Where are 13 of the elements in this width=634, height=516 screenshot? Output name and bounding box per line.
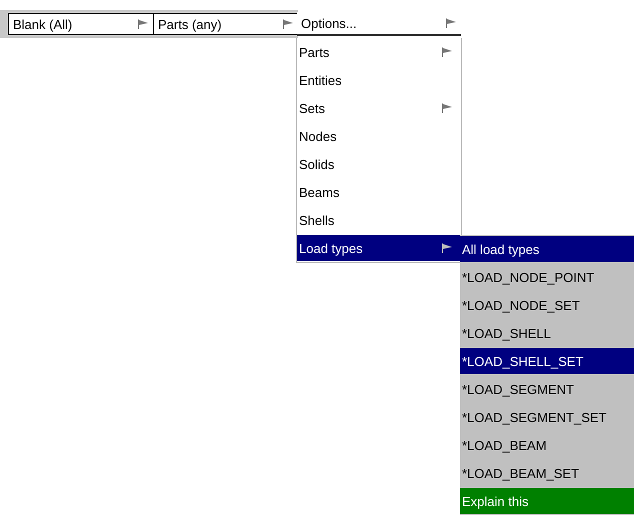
arrow-icon bbox=[137, 19, 149, 29]
help-item[interactable]: Explain this bbox=[460, 488, 634, 514]
arrow-icon bbox=[441, 47, 453, 57]
dropdown-button[interactable]: Parts (any) bbox=[153, 13, 299, 35]
dropdown-button[interactable]: Blank (All) bbox=[8, 13, 154, 35]
arrow-icon bbox=[282, 19, 294, 29]
arrow-icon bbox=[441, 243, 453, 253]
options-button[interactable]: Options... bbox=[297, 12, 461, 36]
menu-item[interactable]: All load types bbox=[460, 236, 634, 262]
menu-item[interactable]: Load types bbox=[297, 235, 461, 261]
menu-item[interactable]: *LOAD_SHELL_SET bbox=[460, 348, 634, 374]
arrow-icon bbox=[441, 103, 453, 113]
arrow-icon bbox=[445, 18, 457, 28]
